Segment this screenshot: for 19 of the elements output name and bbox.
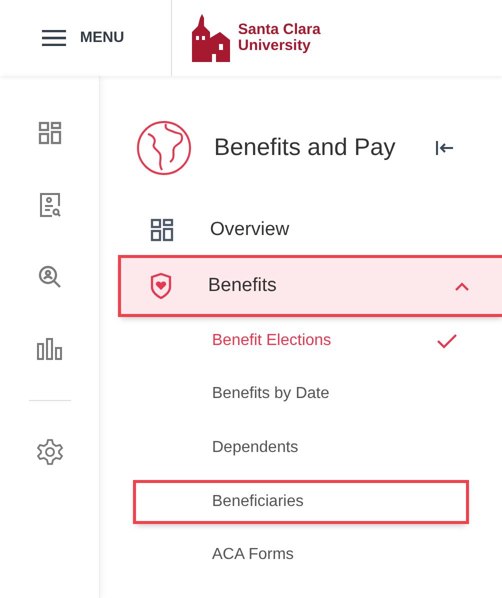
submenu-item[interactable]: Benefit Elections: [212, 314, 437, 368]
nav-item[interactable]: Overview: [121, 202, 502, 258]
shield-heart-icon: [150, 273, 172, 299]
submenu-item[interactable]: Benefits by Date: [212, 368, 455, 421]
menu-button[interactable]: MENU: [0, 0, 171, 76]
dashboard-icon: [150, 218, 174, 242]
bar-chart-icon[interactable]: [36, 336, 62, 362]
settings-icon[interactable]: [36, 439, 62, 465]
dashboard-icon[interactable]: [36, 120, 62, 146]
menu-icon: [42, 30, 66, 46]
nav-item[interactable]: Benefits: [121, 258, 502, 314]
person-search-icon[interactable]: [36, 264, 62, 290]
logo-text: Santa Clara: [238, 22, 321, 38]
mission-building-icon: [192, 14, 232, 62]
panel-title: Benefits and Pay: [214, 134, 396, 162]
submenu-item[interactable]: Dependents: [212, 421, 455, 474]
logo-text: University: [238, 38, 312, 54]
submenu-item[interactable]: ACA Forms: [212, 528, 455, 582]
globe-icon: [136, 120, 192, 176]
